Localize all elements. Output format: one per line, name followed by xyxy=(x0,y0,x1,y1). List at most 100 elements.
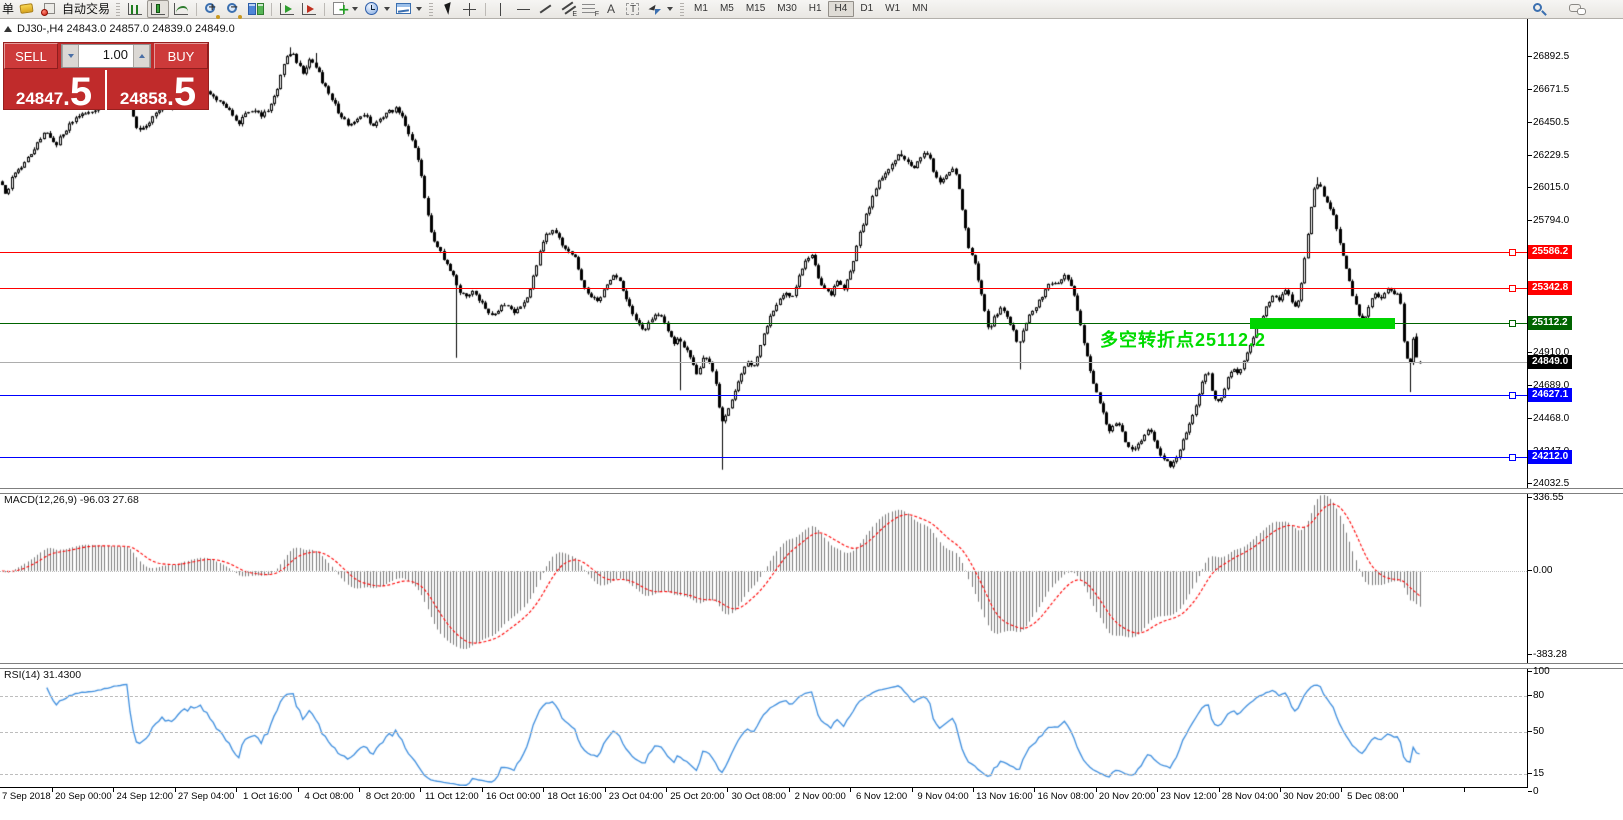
chat-icon[interactable] xyxy=(1568,1,1588,17)
text-icon[interactable] xyxy=(601,1,621,17)
timeframe-h1[interactable]: H1 xyxy=(803,1,828,17)
rsi-axis-tick: 50 xyxy=(1533,726,1544,738)
toolbar-separator xyxy=(196,3,197,16)
rsi-axis-tick: 15 xyxy=(1533,768,1544,780)
level-price-badge: 25586.2 xyxy=(1528,245,1572,259)
candlestick-chart-icon[interactable] xyxy=(147,0,169,18)
timeframe-h4[interactable]: H4 xyxy=(828,1,855,17)
text-label-icon[interactable] xyxy=(623,1,643,17)
pivot-annotation-text[interactable]: 多空转折点25112.2 xyxy=(1100,326,1266,352)
trendline-icon[interactable] xyxy=(535,1,555,17)
rsi-pane-divider[interactable] xyxy=(0,663,1623,669)
timeframe-m1[interactable]: M1 xyxy=(688,1,714,17)
rsi-level-line xyxy=(0,774,1527,775)
zoom-in-icon[interactable] xyxy=(202,1,222,17)
collapse-triangle-icon[interactable] xyxy=(4,26,12,32)
chevron-up-icon xyxy=(139,54,145,58)
macd-canvas[interactable] xyxy=(0,492,1527,663)
highlight-rectangle[interactable] xyxy=(1250,318,1395,329)
chevron-down-icon[interactable] xyxy=(416,7,422,11)
timeframe-d1[interactable]: D1 xyxy=(854,1,879,17)
price-axis-tick: 26450.5 xyxy=(1533,117,1569,129)
timeframe-m5[interactable]: M5 xyxy=(714,1,740,17)
templates-icon[interactable] xyxy=(394,1,414,17)
line-handle[interactable] xyxy=(1509,285,1516,292)
level-price-badge: 24627.1 xyxy=(1528,388,1572,402)
fibonacci-icon[interactable] xyxy=(579,1,599,17)
macd-axis-tick: 336.55 xyxy=(1533,492,1564,504)
mt4-terminal-window: DJ30-,H4 24843.0 24857.0 24839.0 24849.0… xyxy=(0,0,1623,820)
current-price-line xyxy=(0,362,1527,363)
volume-increase-button[interactable] xyxy=(133,45,150,67)
symbol-ohlc-text: DJ30-,H4 24843.0 24857.0 24839.0 24849.0 xyxy=(17,23,235,35)
chevron-down-icon[interactable] xyxy=(352,7,358,11)
date-axis-border xyxy=(0,787,1528,788)
zoom-out-icon[interactable] xyxy=(224,1,244,17)
indicators-icon[interactable] xyxy=(330,1,350,17)
rsi-axis-tick: 0 xyxy=(1533,786,1539,798)
horizontal-level-line[interactable] xyxy=(0,457,1527,458)
timeframe-w1[interactable]: W1 xyxy=(879,1,906,17)
crosshair-icon[interactable] xyxy=(460,1,480,17)
current-price-badge: 24849.0 xyxy=(1528,355,1572,369)
toolbar-grip[interactable] xyxy=(680,3,684,16)
arrow-tools-icon[interactable] xyxy=(645,1,665,17)
new-order-icon[interactable] xyxy=(17,1,37,17)
rsi-level-line xyxy=(0,696,1527,697)
level-price-badge: 24212.0 xyxy=(1528,450,1572,464)
rsi-canvas[interactable] xyxy=(0,667,1527,786)
sell-button[interactable]: SELL xyxy=(4,43,58,69)
chart-symbol-title: DJ30-,H4 24843.0 24857.0 24839.0 24849.0 xyxy=(4,23,235,35)
timeframe-m30[interactable]: M30 xyxy=(771,1,802,17)
toolbar-separator xyxy=(324,3,325,16)
horizontal-level-line[interactable] xyxy=(0,395,1527,396)
macd-pane-divider[interactable] xyxy=(0,488,1623,494)
bar-chart-icon[interactable] xyxy=(125,1,145,17)
search-icon[interactable] xyxy=(1530,1,1550,17)
timeframe-mn[interactable]: MN xyxy=(906,1,934,17)
toolbar-separator xyxy=(271,3,272,16)
line-handle[interactable] xyxy=(1509,249,1516,256)
price-axis-tick: 25794.0 xyxy=(1533,215,1569,227)
new-order-label[interactable]: 单 xyxy=(2,0,14,18)
chevron-down-icon xyxy=(68,54,74,58)
buy-button[interactable]: BUY xyxy=(154,43,208,69)
sell-price[interactable]: 24847.5 xyxy=(3,70,105,110)
rsi-axis-tick: 80 xyxy=(1533,690,1544,702)
line-handle[interactable] xyxy=(1509,454,1516,461)
one-click-trading-panel: SELL 1.00 BUY 24847.5 24858.5 xyxy=(3,42,209,110)
horizontal-line-icon[interactable] xyxy=(513,1,533,17)
vertical-line-icon[interactable] xyxy=(491,1,511,17)
date-axis-tick xyxy=(1464,788,1465,792)
chevron-down-icon[interactable] xyxy=(384,7,390,11)
chevron-down-icon[interactable] xyxy=(667,7,673,11)
chart-shift-icon[interactable] xyxy=(299,1,319,17)
date-axis-label[interactable]: 5 Dec 08:00 xyxy=(1333,791,1413,803)
toolbar: 单 自动交易 M1M5M15M30H1H4D1W1MN xyxy=(0,0,1623,19)
horizontal-level-line[interactable] xyxy=(0,288,1527,289)
autotrade-label[interactable]: 自动交易 xyxy=(62,0,110,18)
toolbar-grip[interactable] xyxy=(116,3,120,16)
chart-window[interactable]: DJ30-,H4 24843.0 24857.0 24839.0 24849.0… xyxy=(0,0,1623,820)
autotrade-icon[interactable] xyxy=(39,1,59,17)
cursor-icon[interactable] xyxy=(438,1,458,17)
candlestick-canvas[interactable] xyxy=(0,19,1527,488)
timeframe-m15[interactable]: M15 xyxy=(740,1,771,17)
line-chart-icon[interactable] xyxy=(171,1,191,17)
line-handle[interactable] xyxy=(1509,392,1516,399)
macd-axis-tick: 0.00 xyxy=(1533,565,1552,577)
periods-icon[interactable] xyxy=(362,1,382,17)
line-handle[interactable] xyxy=(1509,320,1516,327)
rsi-label: RSI(14) 31.4300 xyxy=(4,669,81,681)
price-axis-tick: 26229.5 xyxy=(1533,150,1569,162)
level-price-badge: 25342.8 xyxy=(1528,281,1572,295)
tile-windows-icon[interactable] xyxy=(246,1,266,17)
volume-decrease-button[interactable] xyxy=(62,45,79,67)
equidistant-channel-icon[interactable] xyxy=(557,1,577,17)
buy-price[interactable]: 24858.5 xyxy=(107,70,209,110)
toolbar-grip[interactable] xyxy=(429,3,433,16)
price-axis-tick: 26892.5 xyxy=(1533,51,1569,63)
auto-scroll-icon[interactable] xyxy=(277,1,297,17)
volume-input[interactable]: 1.00 xyxy=(79,45,133,67)
horizontal-level-line[interactable] xyxy=(0,252,1527,253)
